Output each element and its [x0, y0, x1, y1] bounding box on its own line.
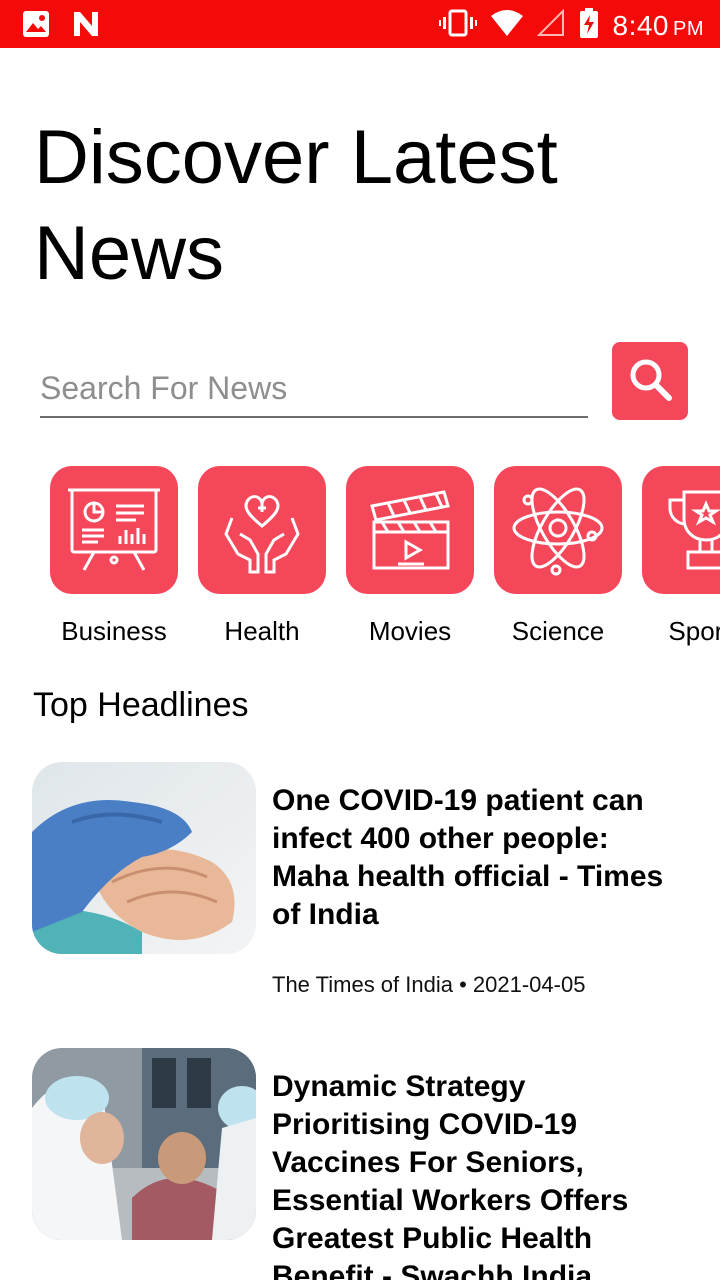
signal-icon — [536, 8, 565, 42]
clock-time: 8:40 — [612, 9, 669, 41]
search-field[interactable] — [40, 360, 588, 418]
presentation-board-icon — [64, 478, 164, 583]
article-headline[interactable]: One COVID-19 patient can infect 400 othe… — [272, 782, 682, 934]
category-label: Movies — [368, 616, 452, 646]
vibrate-icon — [438, 9, 477, 42]
category-science[interactable]: Science — [494, 466, 622, 647]
category-health[interactable]: Health — [198, 466, 326, 647]
category-list[interactable]: Business Health Movies Science Spor — [0, 466, 720, 656]
clock-ampm: PM — [673, 17, 704, 40]
search-input[interactable] — [40, 360, 588, 416]
search-button[interactable] — [612, 342, 688, 420]
image-icon — [22, 10, 50, 43]
category-business[interactable]: Business — [50, 466, 178, 647]
page-title: Discover Latest News — [34, 115, 558, 296]
article-thumbnail[interactable] — [32, 762, 256, 954]
news-card[interactable]: One COVID-19 patient can infect 400 othe… — [32, 762, 692, 1012]
battery-charging-icon — [579, 8, 599, 43]
atom-icon — [508, 478, 608, 583]
status-bar: 8:40 PM — [0, 0, 720, 48]
app-n-icon — [72, 10, 100, 43]
wifi-icon — [490, 10, 523, 41]
category-movies[interactable]: Movies — [346, 466, 474, 647]
article-thumbnail[interactable] — [32, 1048, 256, 1240]
category-label: Health — [224, 616, 300, 646]
category-tile[interactable] — [642, 466, 720, 594]
category-label: Science — [511, 616, 605, 646]
article-headline[interactable]: Dynamic Strategy Prioritising COVID-19 V… — [272, 1068, 682, 1280]
trophy-icon — [656, 478, 720, 583]
heart-hands-icon — [212, 478, 312, 583]
search-icon — [627, 356, 673, 407]
category-tile[interactable] — [346, 466, 474, 594]
category-tile[interactable] — [494, 466, 622, 594]
article-meta: The Times of India • 2021-04-05 — [272, 972, 586, 997]
category-label: Sports — [668, 616, 720, 646]
category-label: Business — [61, 616, 167, 646]
category-tile[interactable] — [198, 466, 326, 594]
clapperboard-icon — [360, 478, 460, 583]
clock: 8:40 PM — [613, 10, 705, 42]
news-card[interactable]: Dynamic Strategy Prioritising COVID-19 V… — [32, 1048, 692, 1280]
category-sports[interactable]: Sports — [642, 466, 720, 647]
category-tile[interactable] — [50, 466, 178, 594]
section-title: Top Headlines — [33, 686, 249, 724]
